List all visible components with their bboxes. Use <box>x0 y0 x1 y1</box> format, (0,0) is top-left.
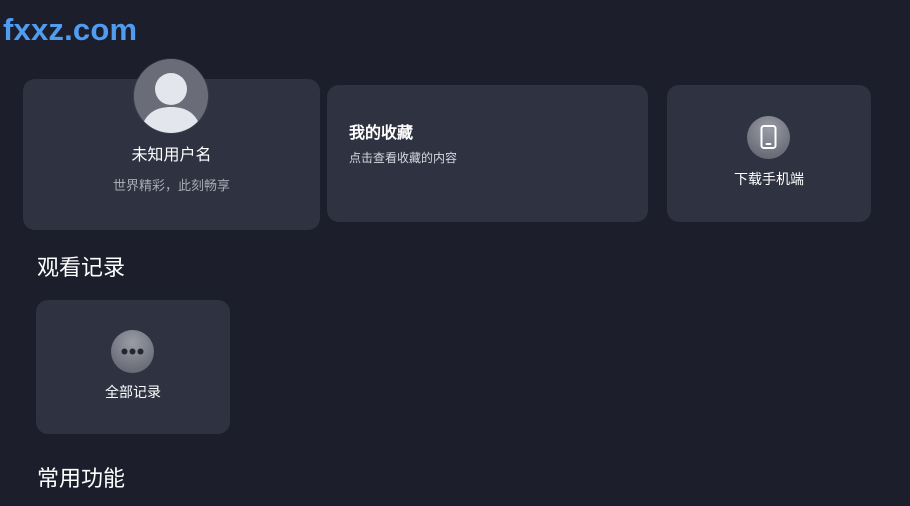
all-history-card[interactable]: 全部记录 <box>36 300 230 434</box>
profile-slogan: 世界精彩，此刻畅享 <box>112 179 230 194</box>
all-history-label: 全部记录 <box>105 385 161 401</box>
common-functions-title: 常用功能 <box>37 467 126 492</box>
site-watermark: fxxz.com <box>3 12 138 47</box>
user-avatar-icon <box>134 59 208 133</box>
more-dots-icon <box>111 330 154 373</box>
download-mobile-card[interactable]: 下载手机端 <box>667 85 871 222</box>
phone-icon <box>747 116 790 159</box>
history-section-title: 观看记录 <box>37 256 126 281</box>
avatar[interactable] <box>134 59 208 133</box>
favorites-card[interactable]: 我的收藏 点击查看收藏的内容 <box>327 85 648 222</box>
username-label: 未知用户名 <box>131 145 212 164</box>
favorites-subtitle: 点击查看收藏的内容 <box>349 151 458 165</box>
download-mobile-label: 下载手机端 <box>734 172 804 188</box>
favorites-title: 我的收藏 <box>349 123 414 142</box>
